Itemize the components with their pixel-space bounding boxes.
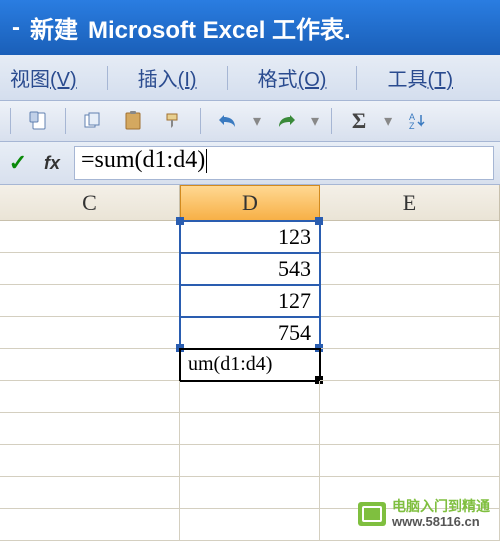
svg-text:Z: Z bbox=[409, 121, 415, 131]
column-header-d[interactable]: D bbox=[180, 185, 320, 221]
cell[interactable] bbox=[0, 445, 180, 477]
menu-separator bbox=[227, 66, 228, 90]
formula-bar: ✓ fx =sum(d1:d4) bbox=[0, 142, 500, 185]
cell[interactable] bbox=[320, 413, 500, 445]
cell-c4[interactable] bbox=[0, 317, 180, 349]
cell[interactable] bbox=[180, 381, 320, 413]
cell-c2[interactable] bbox=[0, 253, 180, 285]
cell-e2[interactable] bbox=[320, 253, 500, 285]
paste-icon[interactable] bbox=[118, 107, 148, 135]
menu-format[interactable]: 格式(O) bbox=[258, 63, 327, 92]
selection-handle bbox=[176, 217, 184, 225]
title-dash: - bbox=[12, 14, 20, 42]
cell-d3[interactable]: 127 bbox=[180, 285, 320, 317]
undo-icon[interactable] bbox=[213, 107, 243, 135]
cell-e5[interactable] bbox=[320, 349, 500, 381]
cell-c1[interactable] bbox=[0, 221, 180, 253]
toolbar-separator bbox=[200, 108, 201, 134]
cell-c3[interactable] bbox=[0, 285, 180, 317]
cell-e4[interactable] bbox=[320, 317, 500, 349]
cell[interactable] bbox=[0, 381, 180, 413]
confirm-icon[interactable]: ✓ bbox=[6, 149, 30, 177]
toolbar-separator bbox=[65, 108, 66, 134]
toolbar-separator bbox=[10, 108, 11, 134]
menu-view[interactable]: 视图(V) bbox=[10, 63, 77, 92]
sort-icon[interactable]: AZ bbox=[402, 107, 432, 135]
cell[interactable] bbox=[180, 445, 320, 477]
title-bar: - 新建 Microsoft Excel 工作表. bbox=[0, 0, 500, 55]
cell[interactable] bbox=[0, 477, 180, 509]
cell[interactable] bbox=[320, 445, 500, 477]
cell-d5-active[interactable]: um(d1:d4) bbox=[180, 349, 320, 381]
dropdown-icon[interactable]: ▾ bbox=[384, 111, 392, 131]
copy-icon[interactable] bbox=[78, 107, 108, 135]
cell[interactable] bbox=[0, 509, 180, 541]
title-newdoc: 新建 bbox=[30, 10, 78, 45]
menu-insert[interactable]: 插入(I) bbox=[138, 63, 197, 92]
cell[interactable] bbox=[320, 381, 500, 413]
toolbar-separator bbox=[331, 108, 332, 134]
title-app: Microsoft Excel 工作表. bbox=[88, 10, 351, 45]
toolbar: ▾ ▾ Σ ▾ AZ bbox=[0, 101, 500, 142]
cell-e1[interactable] bbox=[320, 221, 500, 253]
dropdown-icon[interactable]: ▾ bbox=[253, 111, 261, 131]
watermark: 电脑入门到精通 www.58116.cn bbox=[358, 499, 490, 529]
spreadsheet-grid[interactable]: C D E 123 543 127 754 um(d1:d4) bbox=[0, 185, 500, 541]
redo-icon[interactable] bbox=[271, 107, 301, 135]
menu-separator bbox=[107, 66, 108, 90]
menu-separator bbox=[356, 66, 357, 90]
dropdown-icon[interactable]: ▾ bbox=[311, 111, 319, 131]
cell-e3[interactable] bbox=[320, 285, 500, 317]
cell[interactable] bbox=[180, 477, 320, 509]
format-painter-icon[interactable] bbox=[158, 107, 188, 135]
cell[interactable] bbox=[180, 413, 320, 445]
autosum-icon[interactable]: Σ bbox=[344, 107, 374, 135]
cell-d1[interactable]: 123 bbox=[180, 221, 320, 253]
menu-bar: 视图(V) 插入(I) 格式(O) 工具(T) bbox=[0, 55, 500, 101]
formula-input[interactable]: =sum(d1:d4) bbox=[74, 146, 494, 180]
watermark-url: www.58116.cn bbox=[392, 515, 490, 529]
column-header-e[interactable]: E bbox=[320, 185, 500, 221]
watermark-logo-icon bbox=[358, 502, 386, 526]
menu-tools[interactable]: 工具(T) bbox=[387, 63, 453, 92]
clipboard-icon[interactable] bbox=[23, 107, 53, 135]
cell[interactable] bbox=[180, 509, 320, 541]
cell-d4[interactable]: 754 bbox=[180, 317, 320, 349]
cell-c5[interactable] bbox=[0, 349, 180, 381]
fx-icon[interactable]: fx bbox=[40, 149, 64, 177]
cell-d2[interactable]: 543 bbox=[180, 253, 320, 285]
watermark-text: 电脑入门到精通 bbox=[392, 499, 490, 514]
column-header-c[interactable]: C bbox=[0, 185, 180, 221]
caret bbox=[206, 149, 207, 173]
cell[interactable] bbox=[0, 413, 180, 445]
